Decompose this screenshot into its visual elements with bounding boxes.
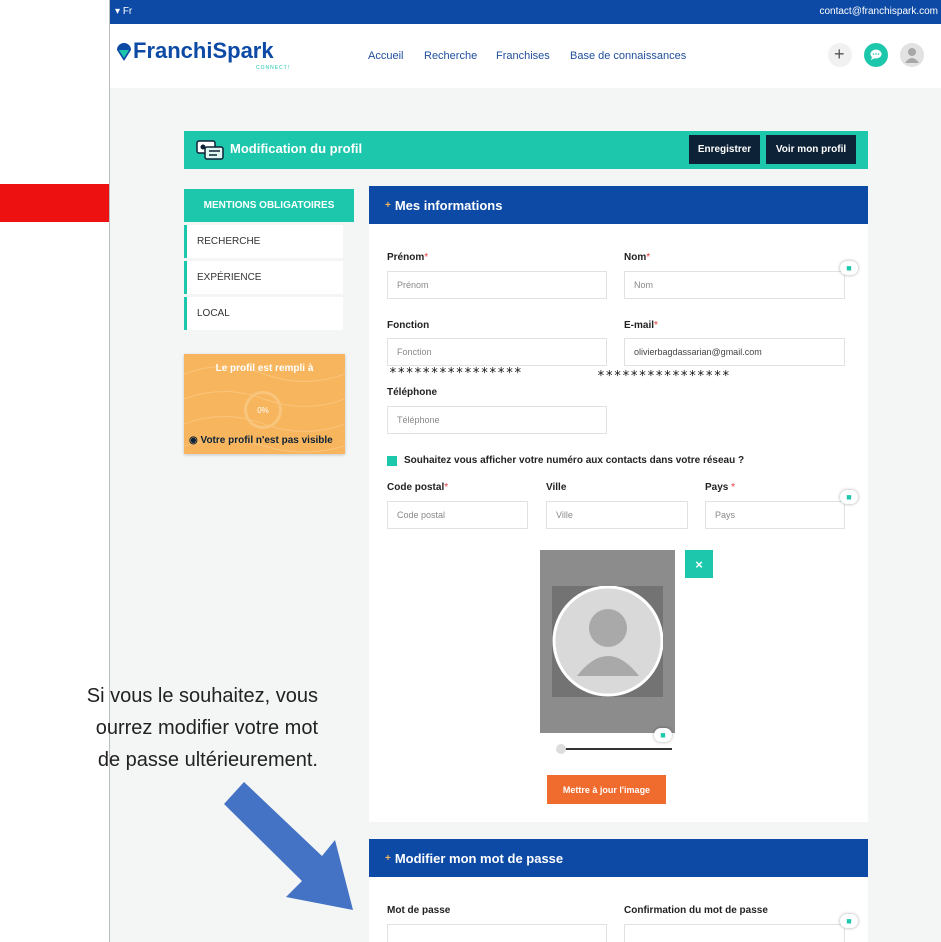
update-image-button[interactable]: Mettre à jour l'image (547, 775, 666, 804)
sidebar-item-label: MENTIONS OBLIGATOIRES (203, 200, 335, 211)
ville-label: Ville (546, 482, 567, 493)
prenom-input[interactable]: Prénom (387, 271, 607, 299)
navbar: FranchiSpark CONNECT! Accueil Recherche … (110, 24, 941, 88)
chat-bubble-icon (870, 49, 882, 60)
nav-link-recherche[interactable]: Recherche (424, 50, 477, 62)
plus-bullet-icon: + (385, 199, 391, 211)
contact-email-link[interactable]: contact@franchispark.com (819, 6, 938, 17)
info-card-title: Mes informations (394, 197, 503, 213)
telephone-input[interactable]: Téléphone (387, 406, 607, 434)
blue-arrow-icon (224, 782, 353, 910)
pin-logo-icon (117, 43, 131, 61)
code-postal-input[interactable]: Code postal (387, 501, 528, 529)
password-confirm-input[interactable] (624, 924, 845, 942)
visibility-status: ◉ Votre profil n'est pas visible (189, 435, 333, 446)
visibility-toggle-icon[interactable]: ■ (840, 914, 858, 928)
prenom-label: Prénom* (387, 252, 429, 263)
nom-label: Nom* (624, 252, 651, 263)
language-selector[interactable]: ▾ Fr (115, 6, 132, 17)
visibility-toggle-icon[interactable]: ■ (840, 261, 858, 275)
code-postal-label: Code postal* (387, 482, 449, 493)
logo-subtext: CONNECT! (256, 65, 291, 71)
visibility-toggle-icon[interactable]: ■ (654, 728, 672, 742)
show-phone-label: Souhaitez vous afficher votre numéro aux… (404, 455, 745, 466)
password-card-title: Modifier mon mot de passe (394, 850, 564, 866)
remove-image-button[interactable]: × (685, 550, 713, 578)
top-bar: ▾ Fr contact@franchispark.com (110, 0, 941, 24)
page-title: Modification du profil (230, 141, 363, 156)
password-card-header: + Modifier mon mot de passe (369, 839, 868, 877)
password-confirm-label: Confirmation du mot de passe (624, 905, 768, 916)
email-input[interactable]: olivierbagdassarian@gmail.com (624, 338, 845, 366)
save-button[interactable]: Enregistrer (689, 135, 760, 164)
masked-text-right: **************** (597, 369, 731, 384)
pays-label: Pays * (705, 482, 736, 493)
completion-percent: 0% (257, 405, 269, 415)
password-input[interactable] (387, 924, 607, 942)
sidebar-item-label: RECHERCHE (197, 236, 261, 247)
visibility-toggle-icon[interactable]: ■ (840, 490, 858, 504)
profile-completion-card: Le profil est rempli à 0% ◉ Votre profil… (184, 354, 345, 454)
caret-down-icon: ▾ (115, 6, 121, 17)
completion-title: Le profil est rempli à (215, 363, 314, 374)
zoom-slider-track[interactable] (562, 748, 672, 750)
nom-input[interactable]: Nom (624, 271, 845, 299)
sidebar-item-label: LOCAL (197, 308, 230, 319)
profile-edit-icon (196, 140, 224, 160)
sidebar-item-local[interactable]: LOCAL (184, 297, 343, 330)
annotation-text: Si vous le souhaitez, vous ourrez modifi… (86, 685, 318, 771)
sidebar-item-label: EXPÉRIENCE (197, 272, 262, 283)
masked-text-left: **************** (389, 366, 523, 381)
nav-link-franchises[interactable]: Franchises (496, 50, 550, 62)
default-avatar-image (552, 586, 663, 697)
nav-link-accueil[interactable]: Accueil (368, 50, 403, 62)
fonction-label: Fonction (387, 320, 430, 331)
view-profile-button[interactable]: Voir mon profil (766, 135, 856, 164)
user-icon (905, 48, 919, 63)
sidebar-item-mentions-obligatoires[interactable]: MENTIONS OBLIGATOIRES (184, 189, 354, 222)
user-avatar-button[interactable] (900, 43, 924, 67)
chat-button[interactable] (864, 43, 888, 67)
image-crop-area[interactable] (540, 550, 675, 733)
pays-select[interactable]: Pays (705, 501, 845, 529)
info-card-header: + Mes informations (369, 186, 868, 224)
plus-icon: + (834, 44, 845, 64)
logo-text: FranchiSpark (133, 38, 274, 63)
sidebar-item-recherche[interactable]: RECHERCHE (184, 225, 343, 258)
ville-input[interactable]: Ville (546, 501, 688, 529)
show-phone-checkbox[interactable] (387, 456, 397, 466)
password-label: Mot de passe (387, 905, 451, 916)
fonction-input[interactable]: Fonction (387, 338, 607, 366)
telephone-label: Téléphone (387, 387, 438, 398)
plus-bullet-icon: + (385, 852, 391, 864)
eye-icon: ◉ (189, 435, 198, 446)
zoom-slider-handle[interactable] (556, 744, 566, 754)
completion-ring: 0% (244, 391, 282, 429)
email-label: E-mail* (624, 320, 658, 331)
nav-link-base-connaissances[interactable]: Base de connaissances (570, 50, 686, 62)
add-button[interactable]: + (828, 43, 852, 67)
sidebar-item-experience[interactable]: EXPÉRIENCE (184, 261, 343, 294)
